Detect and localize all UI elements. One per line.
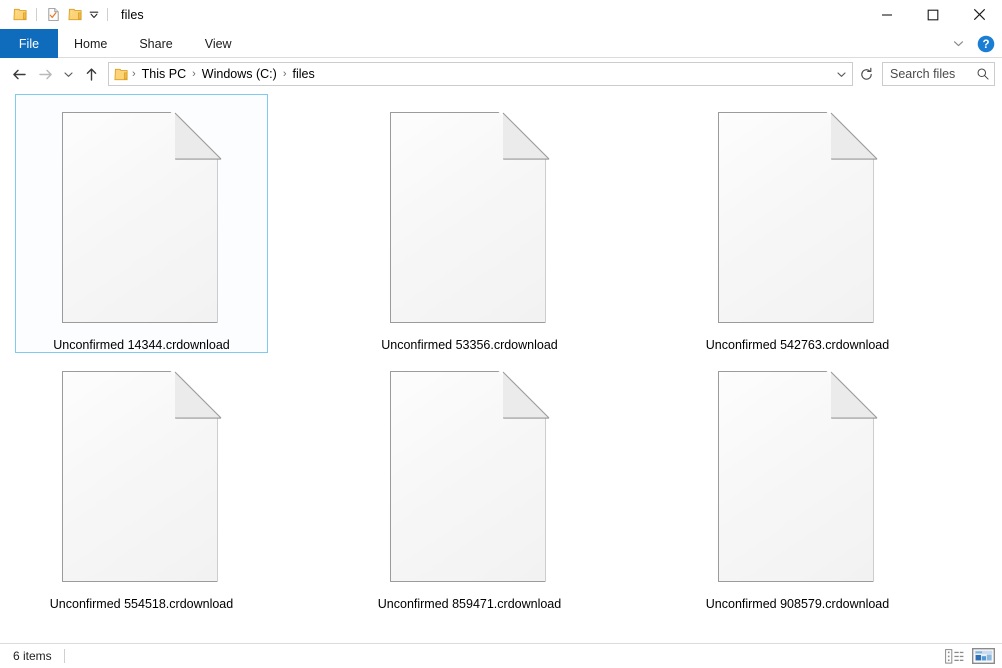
generic-file-icon (390, 371, 546, 582)
ribbon-right-controls: ? (946, 29, 996, 58)
file-icon-wrapper (62, 112, 222, 325)
file-icon-wrapper (390, 112, 550, 325)
search-input[interactable]: Search files (890, 67, 976, 81)
recent-locations-button[interactable] (58, 61, 78, 87)
qat-separator-2 (107, 8, 108, 21)
file-name-label: Unconfirmed 859471.crdownload (377, 597, 562, 611)
window-title: files (121, 7, 144, 22)
up-arrow-icon (86, 67, 96, 81)
details-view-button[interactable] (942, 646, 967, 667)
search-icon (977, 68, 989, 80)
file-explorer-window: files File Home Share View ? › This PC ›… (0, 0, 1002, 668)
file-name-label: Unconfirmed 53356.crdownload (381, 338, 558, 352)
minimize-button[interactable] (864, 0, 910, 29)
file-item[interactable]: Unconfirmed 14344.crdownload (15, 94, 268, 353)
search-box[interactable]: Search files (882, 62, 995, 86)
qat-customize-chevron-down-icon[interactable] (86, 4, 102, 26)
tab-file[interactable]: File (0, 29, 58, 58)
folder-icon (12, 8, 27, 21)
status-separator (63, 649, 65, 663)
qat-properties-button[interactable] (42, 4, 64, 26)
breadcrumb-this-pc[interactable]: This PC (137, 65, 191, 83)
generic-file-icon (718, 371, 874, 582)
chevron-down-icon (836, 71, 846, 77)
item-count-label: 6 items (13, 649, 52, 663)
ribbon-tab-bar: File Home Share View ? (0, 29, 1002, 58)
file-name-label: Unconfirmed 554518.crdownload (49, 597, 234, 611)
chevron-down-icon (63, 71, 73, 77)
file-list-area[interactable]: Unconfirmed 14344.crdownload Unconfirmed… (0, 90, 1002, 643)
document-check-icon (47, 8, 59, 21)
file-item[interactable]: Unconfirmed 53356.crdownload (343, 94, 596, 353)
file-icon-wrapper (62, 371, 222, 584)
refresh-button[interactable] (854, 62, 878, 86)
qat-new-folder-button[interactable] (64, 4, 86, 26)
folder-icon (114, 68, 128, 80)
file-icon-wrapper (718, 112, 878, 325)
file-name-label: Unconfirmed 542763.crdownload (705, 338, 890, 352)
tab-share[interactable]: Share (123, 29, 188, 58)
breadcrumb-bar[interactable]: › This PC › Windows (C:) › files (108, 62, 853, 86)
breadcrumb-files[interactable]: files (287, 65, 319, 83)
file-grid: Unconfirmed 14344.crdownload Unconfirmed… (15, 94, 1002, 612)
details-view-icon (945, 648, 964, 664)
maximize-icon (927, 9, 939, 20)
close-button[interactable] (956, 0, 1002, 29)
help-circle-icon: ? (977, 35, 995, 52)
status-bar: 6 items (0, 643, 1002, 668)
breadcrumb-folder-icon[interactable] (114, 67, 129, 82)
up-button[interactable] (78, 61, 104, 87)
generic-file-icon (62, 112, 218, 323)
file-name-label: Unconfirmed 908579.crdownload (705, 597, 890, 611)
forward-arrow-icon (38, 69, 52, 79)
address-dropdown-button[interactable] (832, 63, 850, 85)
title-bar: files (0, 0, 1002, 29)
svg-text:?: ? (982, 39, 989, 51)
back-button[interactable] (6, 61, 32, 87)
view-mode-buttons (942, 645, 996, 667)
breadcrumb-windows-c[interactable]: Windows (C:) (197, 65, 282, 83)
forward-button (32, 61, 58, 87)
file-name-label: Unconfirmed 14344.crdownload (53, 338, 230, 352)
minimize-icon (882, 13, 892, 16)
file-icon-wrapper (718, 371, 878, 584)
chevron-down-icon (953, 41, 963, 47)
chevron-down-icon (89, 11, 99, 18)
quick-access-toolbar: files (0, 0, 144, 29)
qat-folder-properties-button[interactable] (9, 4, 31, 26)
help-button[interactable]: ? (976, 34, 996, 54)
folder-icon (67, 8, 82, 21)
window-controls (864, 0, 1002, 29)
large-icons-view-button[interactable] (971, 645, 996, 667)
generic-file-icon (62, 371, 218, 582)
large-icons-view-icon (972, 648, 995, 664)
expand-ribbon-button[interactable] (946, 32, 970, 56)
tab-view[interactable]: View (189, 29, 248, 58)
generic-file-icon (718, 112, 874, 323)
close-icon (973, 8, 985, 21)
tab-home[interactable]: Home (58, 29, 123, 58)
maximize-button[interactable] (910, 0, 956, 29)
file-item[interactable]: Unconfirmed 554518.crdownload (15, 353, 268, 612)
qat-separator-1 (36, 8, 37, 21)
file-icon-wrapper (390, 371, 550, 584)
file-item[interactable]: Unconfirmed 859471.crdownload (343, 353, 596, 612)
refresh-icon (860, 67, 872, 80)
file-item[interactable]: Unconfirmed 908579.crdownload (671, 353, 924, 612)
address-bar: › This PC › Windows (C:) › files Search … (0, 58, 1002, 90)
back-arrow-icon (12, 69, 26, 79)
file-item[interactable]: Unconfirmed 542763.crdownload (671, 94, 924, 353)
generic-file-icon (390, 112, 546, 323)
